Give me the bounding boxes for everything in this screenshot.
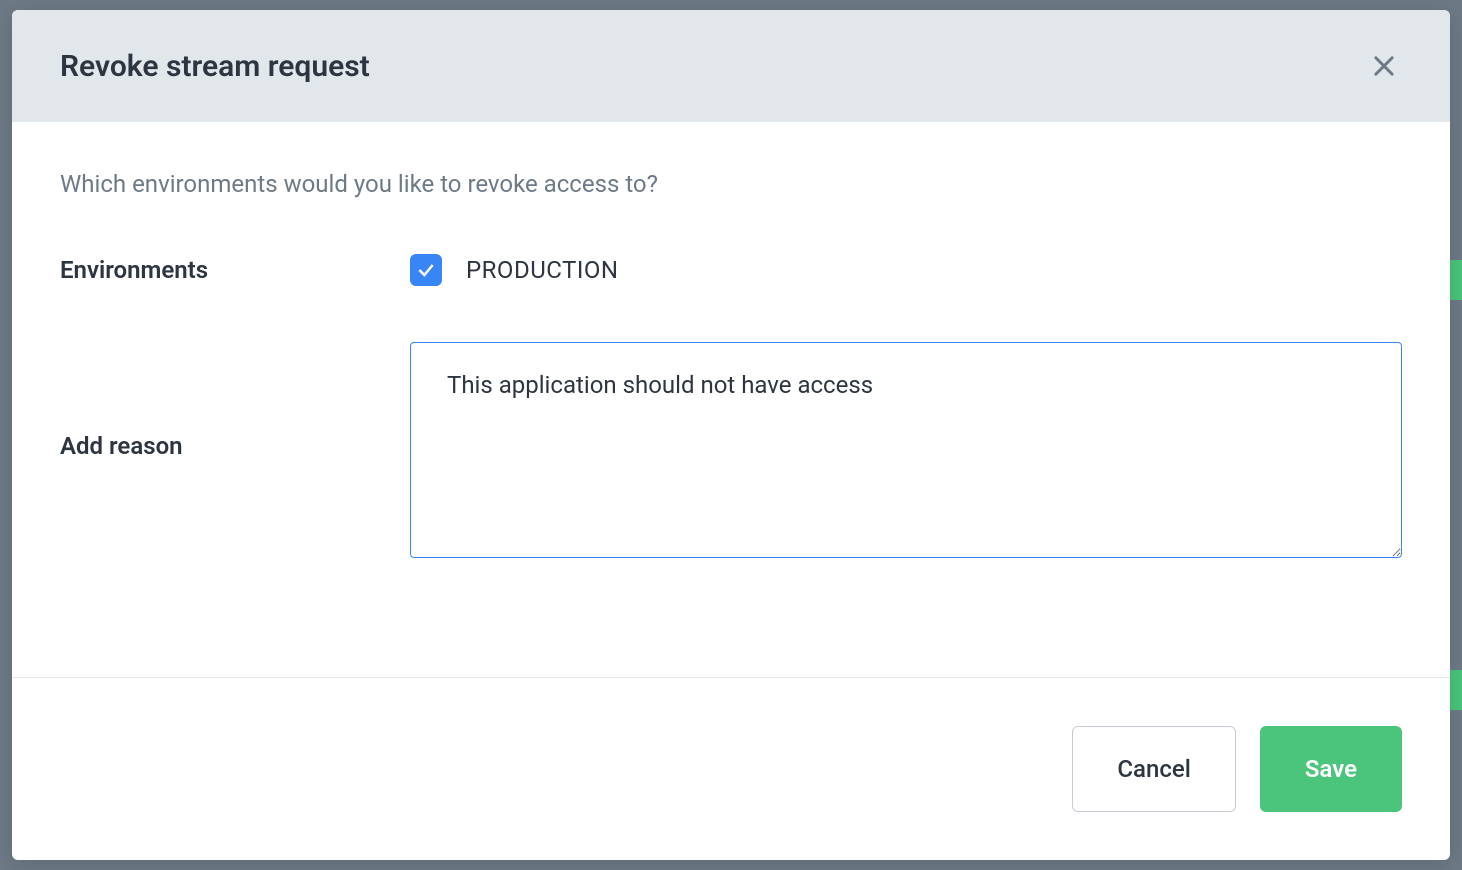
cancel-button[interactable]: Cancel — [1072, 726, 1235, 812]
modal-title: Revoke stream request — [60, 49, 370, 84]
check-icon — [416, 260, 436, 280]
reason-label: Add reason — [60, 342, 410, 460]
environments-label: Environments — [60, 254, 410, 284]
background-stripe — [1450, 670, 1462, 710]
modal-footer: Cancel Save — [12, 677, 1450, 860]
environment-option: PRODUCTION — [410, 254, 1402, 286]
environments-control: PRODUCTION — [410, 254, 1402, 286]
modal-body: Which environments would you like to rev… — [12, 122, 1450, 677]
reason-control — [410, 342, 1402, 562]
production-checkbox[interactable] — [410, 254, 442, 286]
modal-header: Revoke stream request — [12, 10, 1450, 122]
reason-textarea[interactable] — [410, 342, 1402, 558]
prompt-text: Which environments would you like to rev… — [60, 170, 1402, 198]
production-label: PRODUCTION — [466, 256, 619, 284]
revoke-stream-modal: Revoke stream request Which environments… — [12, 10, 1450, 860]
background-stripe — [1450, 260, 1462, 300]
close-button[interactable] — [1366, 48, 1402, 84]
reason-row: Add reason — [60, 342, 1402, 562]
close-icon — [1370, 52, 1398, 80]
save-button[interactable]: Save — [1260, 726, 1402, 812]
environments-row: Environments PRODUCTION — [60, 254, 1402, 286]
